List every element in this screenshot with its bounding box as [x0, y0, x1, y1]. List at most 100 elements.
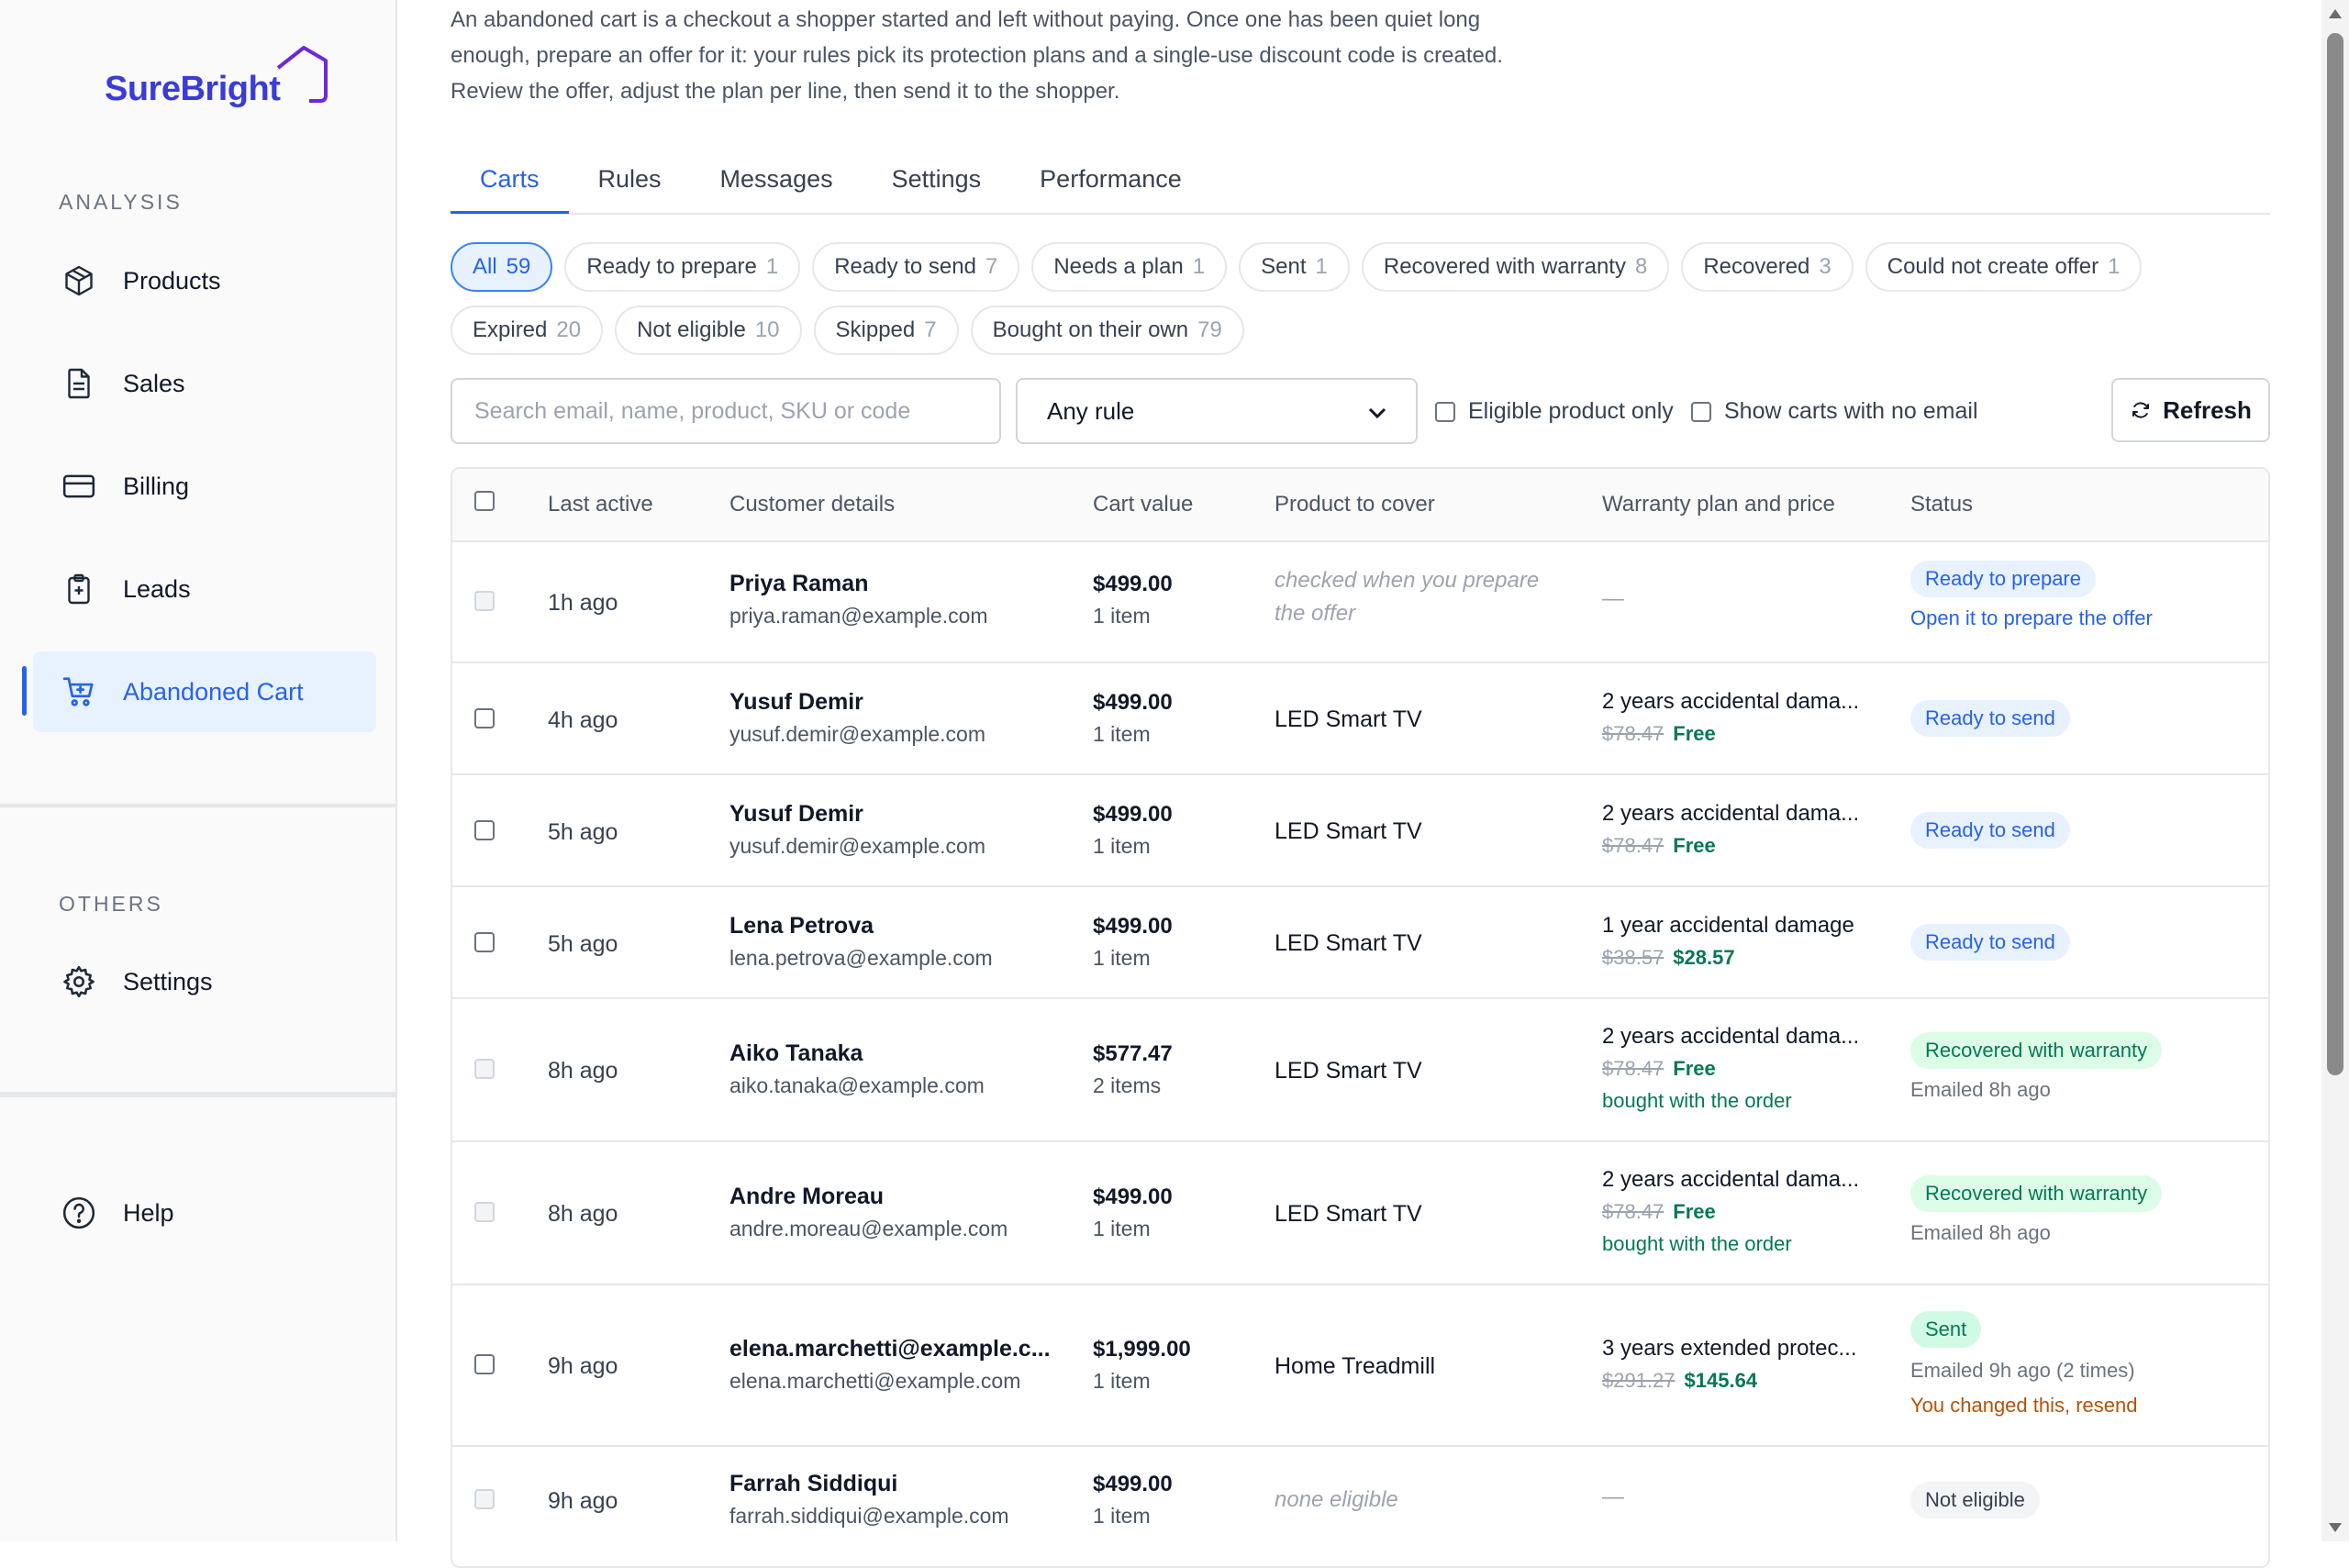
plan-name: 3 years extended protec...	[1602, 1336, 1857, 1361]
filter-chip-all[interactable]: All 59	[451, 242, 553, 292]
filter-chip-recovered-with-warranty[interactable]: Recovered with warranty 8	[1361, 242, 1670, 292]
col-status[interactable]: Status	[1910, 469, 1973, 540]
table-row[interactable]: 8h ago Aiko Tanaka aiko.tanaka@example.c…	[452, 999, 2268, 1142]
cart-icon	[61, 673, 97, 710]
filter-chip-bought-on-their-own[interactable]: Bought on their own 79	[970, 306, 1244, 355]
status-filter-chips: All 59 Ready to prepare 1 Ready to send 7 N…	[451, 242, 2270, 355]
refresh-button[interactable]: Refresh	[2111, 378, 2270, 442]
cart-value: $1,999.00	[1093, 1337, 1191, 1362]
filter-chip-not-eligible[interactable]: Not eligible 10	[615, 306, 802, 355]
plan-price: $291.27 $145.64	[1602, 1369, 1757, 1393]
row-checkbox[interactable]	[474, 932, 495, 952]
row-checkbox[interactable]	[474, 708, 495, 728]
row-checkbox	[474, 591, 495, 611]
customer-name: Yusuf Demir	[729, 801, 863, 827]
app-root: SureBright ANALYSIS Products Sales Billi…	[0, 0, 2349, 1568]
new-price: Free	[1673, 834, 1716, 857]
filter-chip-expired[interactable]: Expired 20	[451, 306, 604, 355]
scroll-up-arrow-icon[interactable]	[2329, 9, 2342, 18]
plan-price: $78.47 Free	[1602, 722, 1716, 746]
table-row[interactable]: 1h ago Priya Raman priya.raman@example.c…	[452, 540, 2268, 663]
resend-warning[interactable]: You changed this, resend	[1910, 1394, 2138, 1418]
row-checkbox[interactable]	[474, 1354, 495, 1374]
status-cell: Ready to send	[1910, 812, 2070, 849]
last-active: 8h ago	[548, 1201, 618, 1227]
sidebar-item-help[interactable]: Help	[33, 1173, 376, 1253]
eligible-only-checkbox[interactable]: Eligible product only	[1435, 398, 1674, 425]
new-price: Free	[1673, 1057, 1716, 1080]
col-plan[interactable]: Warranty plan and price	[1602, 469, 1835, 540]
table-row[interactable]: 8h ago Andre Moreau andre.moreau@example…	[452, 1142, 2268, 1285]
filter-chip-ready-to-prepare[interactable]: Ready to prepare 1	[564, 242, 801, 292]
filter-chip-recovered[interactable]: Recovered 3	[1681, 242, 1854, 292]
tab-rules[interactable]: Rules	[569, 147, 691, 211]
plan-price: $38.57 $28.57	[1602, 946, 1735, 970]
tab-settings[interactable]: Settings	[863, 147, 1011, 211]
help-icon	[61, 1195, 97, 1231]
sidebar-item-abandoned-cart[interactable]: Abandoned Cart	[33, 651, 376, 732]
item-count: 1 item	[1093, 722, 1151, 746]
plan-name: 2 years accidental dama...	[1602, 1024, 1860, 1049]
filter-chip-sent[interactable]: Sent 1	[1239, 242, 1350, 292]
logo[interactable]: SureBright	[105, 40, 329, 106]
row-checkbox	[474, 1059, 495, 1079]
rule-select[interactable]: Any rule	[1016, 378, 1418, 444]
search-input[interactable]: Search email, name, product, SKU or code	[451, 378, 1001, 444]
product-name: LED Smart TV	[1275, 930, 1422, 956]
product-name: LED Smart TV	[1275, 818, 1422, 844]
sidebar-item-sales[interactable]: Sales	[33, 343, 376, 424]
table-row[interactable]: 4h ago Yusuf Demir yusuf.demir@example.c…	[452, 663, 2268, 775]
tab-messages[interactable]: Messages	[691, 147, 863, 211]
page-scrollbar[interactable]	[2321, 0, 2349, 1541]
table-row[interactable]: 5h ago Yusuf Demir yusuf.demir@example.c…	[452, 775, 2268, 887]
credit-card-icon	[61, 468, 97, 505]
col-last-active[interactable]: Last active	[548, 469, 653, 540]
customer-name: Lena Petrova	[729, 913, 874, 939]
filter-chip-ready-to-send[interactable]: Ready to send 7	[812, 242, 1020, 292]
sidebar-item-label: Products	[123, 266, 221, 295]
gear-icon	[61, 963, 97, 1000]
row-checkbox[interactable]	[474, 820, 495, 840]
cart-value: $499.00	[1093, 914, 1173, 939]
item-count: 1 item	[1093, 604, 1151, 628]
col-product[interactable]: Product to cover	[1275, 469, 1435, 540]
prepare-offer-link[interactable]: Open it to prepare the offer	[1910, 606, 2153, 630]
no-email-checkbox[interactable]: Show carts with no email	[1691, 398, 1978, 425]
product-name: LED Smart TV	[1275, 1201, 1422, 1227]
checkbox-box[interactable]	[1691, 401, 1711, 422]
table-row[interactable]: 5h ago Lena Petrova lena.petrova@example…	[452, 887, 2268, 999]
col-cart-value[interactable]: Cart value	[1093, 469, 1193, 540]
nav-section-analysis: ANALYSIS	[59, 190, 183, 214]
col-customer[interactable]: Customer details	[729, 469, 895, 540]
sidebar-item-settings[interactable]: Settings	[33, 941, 376, 1022]
plan-name: 1 year accidental damage	[1602, 913, 1854, 938]
sidebar-item-billing[interactable]: Billing	[33, 446, 376, 527]
customer-name: Aiko Tanaka	[729, 1040, 863, 1066]
status-badge: Ready to send	[1910, 700, 2070, 737]
select-all-checkbox[interactable]	[474, 491, 495, 511]
item-count: 1 item	[1093, 1504, 1151, 1528]
tab-carts[interactable]: Carts	[451, 147, 569, 214]
sidebar-item-leads[interactable]: Leads	[33, 549, 376, 629]
filter-chip-could-not-create-offer[interactable]: Could not create offer 1	[1865, 242, 2143, 292]
scroll-down-arrow-icon[interactable]	[2329, 1523, 2342, 1532]
clipboard-plus-icon	[61, 571, 97, 607]
table-row[interactable]: 9h ago elena.marchetti@example.c... elen…	[452, 1285, 2268, 1447]
plan-name: 2 years accidental dama...	[1602, 1167, 1860, 1192]
sidebar-item-products[interactable]: Products	[33, 240, 376, 321]
filter-controls: Search email, name, product, SKU or code…	[451, 378, 2270, 444]
filter-chip-needs-a-plan[interactable]: Needs a plan 1	[1031, 242, 1228, 292]
scroll-thumb[interactable]	[2327, 33, 2343, 1075]
status-badge: Ready to prepare	[1910, 561, 2096, 597]
cart-value: $499.00	[1093, 572, 1173, 596]
sidebar-item-label: Leads	[123, 574, 191, 603]
status-cell: Recovered with warranty Emailed 8h ago	[1910, 1175, 2163, 1245]
checkbox-box[interactable]	[1435, 401, 1455, 422]
product-note: checked when you prepare the offer	[1275, 568, 1540, 626]
tab-performance[interactable]: Performance	[1010, 147, 1211, 211]
filter-chip-skipped[interactable]: Skipped 7	[813, 306, 959, 355]
customer-name: Priya Raman	[729, 571, 869, 596]
table-row[interactable]: 9h ago Farrah Siddiqui farrah.siddiqui@e…	[452, 1447, 2268, 1566]
brand-name: SureBright	[105, 70, 281, 108]
status-badge: Recovered with warranty	[1910, 1032, 2163, 1069]
